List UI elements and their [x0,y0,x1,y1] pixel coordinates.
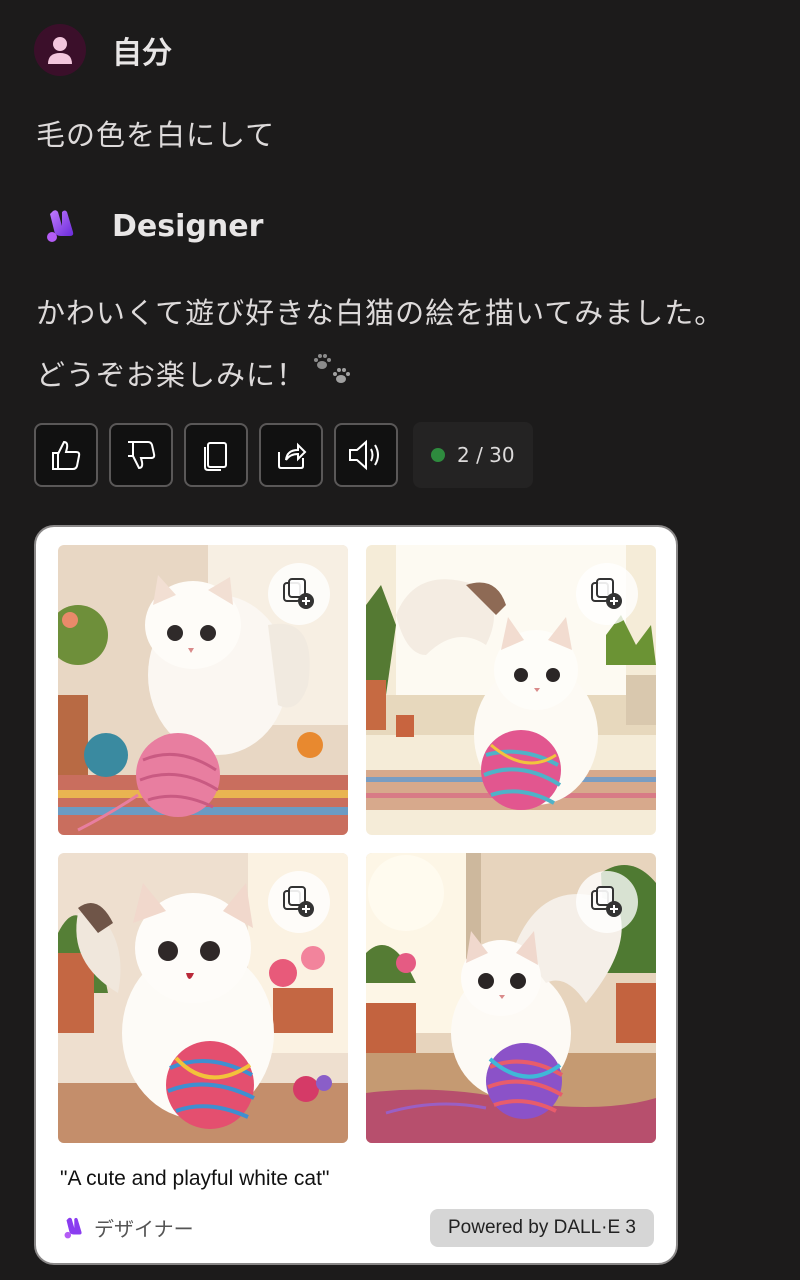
usage-count: 2 / 30 [457,443,515,467]
image-prompt-caption: "A cute and playful white cat" [60,1167,330,1190]
avatar [34,24,86,76]
user-message-header: 自分 [34,24,172,76]
bot-message-header: Designer [34,200,263,252]
add-copy-icon [283,886,314,917]
bot-message-body: かわいくて遊び好きな白猫の絵を描いてみました。どうぞお楽しみに！ [36,296,725,392]
add-to-collection-button[interactable] [268,871,330,933]
dislike-button[interactable] [109,423,173,487]
usage-counter: 2 / 30 [413,422,533,488]
person-icon [48,37,72,64]
message-action-bar: 2 / 30 [34,422,533,488]
image-result-card: "A cute and playful white cat" デザイナー Pow… [34,525,678,1265]
generated-image-3[interactable] [58,853,348,1143]
designer-attribution: デザイナー [60,1213,194,1242]
add-copy-icon [591,886,622,917]
powered-by-badge[interactable]: Powered by DALL·E 3 [430,1209,654,1247]
bot-name: Designer [112,208,264,244]
designer-label: デザイナー [94,1217,194,1241]
user-message-text: 毛の色を白にして [36,118,276,152]
add-to-collection-button[interactable] [576,871,638,933]
add-to-collection-button[interactable] [268,563,330,625]
generated-image-4[interactable] [366,853,656,1143]
designer-logo-icon [64,1217,82,1238]
speaker-icon [349,439,379,471]
copy-button[interactable] [184,423,248,487]
share-button[interactable] [259,423,323,487]
generated-image-2[interactable] [366,545,656,835]
bot-message-text: かわいくて遊び好きな白猫の絵を描いてみました。どうぞお楽しみに！ [36,282,736,408]
copy-icon [204,442,227,471]
status-dot [431,448,445,462]
add-to-collection-button[interactable] [576,563,638,625]
generated-image-1[interactable] [58,545,348,835]
paw-prints-icon [312,346,354,408]
thumbs-down-icon [128,441,156,470]
add-copy-icon [591,578,622,609]
share-icon [278,442,307,469]
like-button[interactable] [34,423,98,487]
add-copy-icon [283,578,314,609]
read-aloud-button[interactable] [334,423,398,487]
designer-logo-icon [34,200,86,252]
user-name: 自分 [112,36,172,71]
thumbs-up-icon [52,440,81,470]
